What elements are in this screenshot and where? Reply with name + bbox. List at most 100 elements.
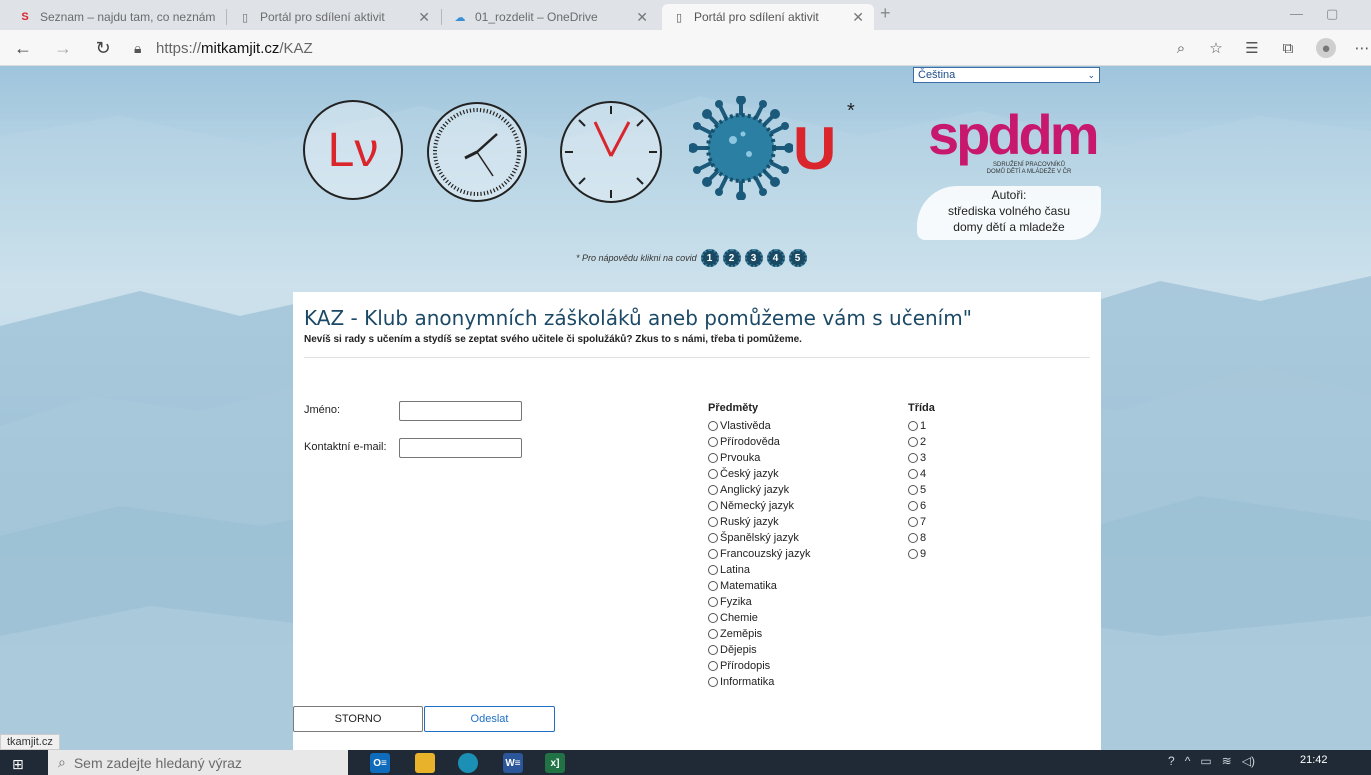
radio-button[interactable] (908, 533, 918, 543)
close-icon[interactable]: ✕ (418, 9, 430, 26)
radio-button[interactable] (708, 565, 718, 575)
forward-icon[interactable]: → (50, 36, 76, 60)
subject-option[interactable]: Přírodověda (708, 434, 780, 450)
radio-button[interactable] (708, 533, 718, 543)
language-select[interactable]: Čeština ⌄ (913, 67, 1100, 83)
windows-start-icon[interactable]: ⊞ (12, 756, 24, 773)
wifi-icon[interactable]: ≋ (1222, 754, 1232, 768)
refresh-icon[interactable]: ↻ (90, 36, 116, 60)
subject-option[interactable]: Ruský jazyk (708, 514, 779, 530)
maximize-icon[interactable]: ▢ (1326, 6, 1338, 22)
radio-button[interactable] (708, 517, 718, 527)
subject-option[interactable]: Latina (708, 562, 750, 578)
radio-button[interactable] (708, 421, 718, 431)
radio-button[interactable] (708, 629, 718, 639)
email-input[interactable] (399, 438, 522, 458)
radio-button[interactable] (708, 597, 718, 607)
subject-option[interactable]: Chemie (708, 610, 758, 626)
subject-option[interactable]: Francouzský jazyk (708, 546, 810, 562)
address-bar[interactable]: 🔒︎ https://mitkamjit.cz/KAZ (134, 35, 1194, 61)
subject-option[interactable]: Německý jazyk (708, 498, 794, 514)
subject-option[interactable]: Fyzika (708, 594, 752, 610)
word-icon[interactable]: W≡ (503, 753, 523, 773)
subject-option[interactable]: Přírodopis (708, 658, 770, 674)
radio-button[interactable] (708, 469, 718, 479)
covid-virus-icon[interactable] (689, 96, 793, 200)
favorites-list-icon[interactable]: ☰ (1242, 38, 1262, 58)
grade-option[interactable]: 7 (908, 514, 926, 530)
subject-option[interactable]: Matematika (708, 578, 777, 594)
subject-option[interactable]: Vlastivěda (708, 418, 771, 434)
favorite-star-icon[interactable]: ☆ (1206, 38, 1226, 58)
subject-option[interactable]: Český jazyk (708, 466, 779, 482)
battery-icon[interactable]: ▭ (1200, 754, 1211, 768)
browser-tab[interactable]: ☁ 01_rozdelit – OneDrive ✕ (443, 4, 658, 30)
covid-help-button-1[interactable]: 1 (700, 249, 719, 267)
covid-help-button-2[interactable]: 2 (722, 249, 741, 267)
help-tray-icon[interactable]: ? (1168, 754, 1175, 768)
radio-button[interactable] (908, 517, 918, 527)
volume-icon[interactable]: ◁) (1242, 754, 1255, 768)
grade-option[interactable]: 5 (908, 482, 926, 498)
file-explorer-icon[interactable] (415, 753, 435, 773)
grade-label: 7 (920, 516, 927, 528)
grade-option[interactable]: 6 (908, 498, 926, 514)
radio-button[interactable] (708, 661, 718, 671)
close-icon[interactable]: ✕ (636, 9, 648, 26)
radio-button[interactable] (708, 453, 718, 463)
browser-tab[interactable]: S Seznam – najdu tam, co neznám ✕ (8, 4, 224, 30)
back-icon[interactable]: ← (10, 36, 36, 60)
radio-button[interactable] (908, 453, 918, 463)
spddm-logo[interactable]: spddm SDRUŽENÍ PRACOVNÍKŮ DOMŮ DĚTÍ A ML… (928, 102, 1100, 182)
close-icon[interactable]: ✕ (852, 9, 864, 26)
radio-button[interactable] (708, 549, 718, 559)
excel-icon[interactable]: x] (545, 753, 565, 773)
radio-button[interactable] (908, 421, 918, 431)
minimize-icon[interactable]: — (1290, 6, 1303, 21)
collections-icon[interactable]: ⧉ (1278, 38, 1298, 58)
radio-button[interactable] (708, 485, 718, 495)
covid-help-button-4[interactable]: 4 (766, 249, 785, 267)
radio-button[interactable] (908, 501, 918, 511)
radio-button[interactable] (708, 501, 718, 511)
name-input[interactable] (399, 401, 522, 421)
radio-button[interactable] (908, 485, 918, 495)
new-tab-icon[interactable]: + (880, 3, 891, 24)
subject-option[interactable]: Španělský jazyk (708, 530, 799, 546)
radio-button[interactable] (908, 549, 918, 559)
subject-option[interactable]: Zeměpis (708, 626, 762, 642)
covid-help-button-5[interactable]: 5 (788, 249, 807, 267)
grade-option[interactable]: 3 (908, 450, 926, 466)
grade-option[interactable]: 8 (908, 530, 926, 546)
zoom-icon[interactable]: ⌕ (1171, 38, 1191, 58)
radio-button[interactable] (908, 437, 918, 447)
subject-option[interactable]: Anglický jazyk (708, 482, 789, 498)
grade-option[interactable]: 1 (908, 418, 926, 434)
radio-button[interactable] (708, 613, 718, 623)
subject-option[interactable]: Prvouka (708, 450, 760, 466)
profile-avatar[interactable]: ● (1316, 38, 1336, 58)
browser-tab[interactable]: ▯ Portál pro sdílení aktivit ✕ (228, 4, 440, 30)
outlook-icon[interactable]: O≡ (370, 753, 390, 773)
cancel-button[interactable]: STORNO (293, 706, 423, 732)
submit-button[interactable]: Odeslat (424, 706, 555, 732)
covid-help-button-3[interactable]: 3 (744, 249, 763, 267)
grade-option[interactable]: 2 (908, 434, 926, 450)
more-menu-icon[interactable]: ⋯ (1352, 38, 1371, 58)
grade-option[interactable]: 4 (908, 466, 926, 482)
grade-label: 8 (920, 532, 927, 544)
chevron-up-icon[interactable]: ^ (1185, 754, 1191, 768)
edge-icon[interactable] (458, 753, 478, 773)
radio-button[interactable] (708, 581, 718, 591)
taskbar-clock[interactable]: 21:42 (1300, 754, 1328, 766)
taskbar-search[interactable]: ⌕ Sem zadejte hledaný výraz (48, 750, 348, 775)
radio-button[interactable] (708, 677, 718, 687)
browser-tab-active[interactable]: ▯ Portál pro sdílení aktivit ✕ (662, 4, 874, 30)
radio-button[interactable] (708, 645, 718, 655)
subject-option[interactable]: Dějepis (708, 642, 757, 658)
radio-button[interactable] (708, 437, 718, 447)
grade-option[interactable]: 9 (908, 546, 926, 562)
radio-button[interactable] (908, 469, 918, 479)
subject-option[interactable]: Informatika (708, 674, 774, 690)
close-icon[interactable]: ✕ (223, 9, 224, 26)
